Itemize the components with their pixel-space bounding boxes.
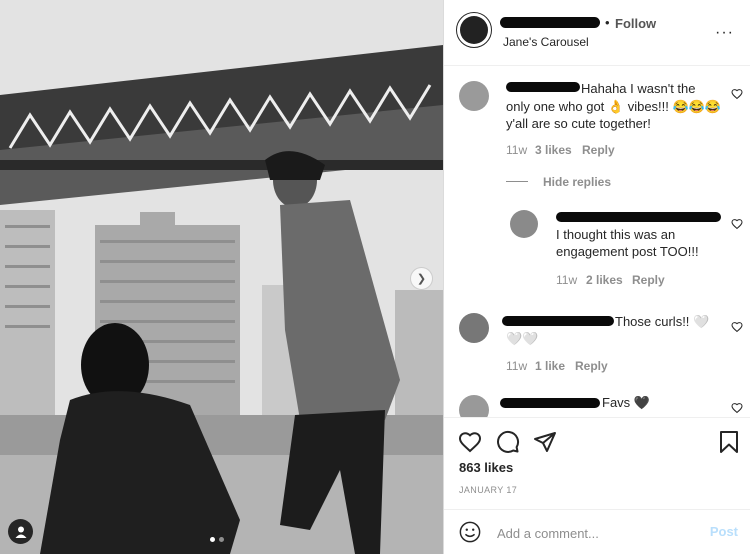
carousel-dots [210,537,224,542]
comment-text: Those curls!! 🤍 [615,314,710,329]
chevron-right-icon: ❯ [416,273,427,285]
share-icon[interactable] [533,430,557,454]
comment-likes[interactable]: 2 likes [586,273,623,287]
comment-age: 11w [506,359,528,373]
comment-age: 11w [506,143,528,157]
redacted-username [500,398,600,408]
next-photo-button[interactable]: ❯ [410,267,433,290]
commenter-avatar[interactable] [459,313,489,343]
carousel-dot-active [210,537,215,542]
user-tag-icon[interactable] [8,519,33,544]
comments-list[interactable]: Hahaha I wasn't the only one who got 👌 v… [444,66,750,417]
comment-icon[interactable] [496,430,520,454]
likes-count[interactable]: 863 likes [459,460,513,475]
comment-input[interactable] [495,522,689,544]
comment-text: Favs 🖤 [602,395,650,410]
comment-text: engagement post TOO!!! [556,244,699,259]
carousel-dot [219,537,224,542]
emoji-icon[interactable] [459,521,481,543]
post-actions: 863 likes JANUARY 17 [444,417,750,509]
post-comment-button[interactable]: Post [710,524,738,539]
post-date[interactable]: JANUARY 17 [459,485,517,495]
redacted-username [502,316,614,326]
separator-dot: • [605,15,610,30]
comment-like-heart-icon[interactable] [731,88,743,100]
comment-text: 🤍🤍 [506,331,539,346]
comment-age: 11w [556,273,578,287]
add-comment-bar: Post [444,509,750,554]
more-options-icon[interactable]: ··· [715,24,734,42]
photo-scene [0,0,443,554]
redacted-username [506,82,580,92]
comment-text: Hahaha I wasn't the [581,81,696,96]
redacted-username [500,17,600,28]
commenter-avatar[interactable] [510,210,538,238]
comment-text: only one who got 👌 vibes!!! 😂😂😂 [506,99,722,114]
author-avatar[interactable] [456,12,492,48]
comment-like-heart-icon[interactable] [731,321,743,333]
location-link[interactable]: Jane's Carousel [503,35,589,49]
reply-button[interactable]: Reply [575,359,608,373]
heart-icon[interactable] [458,430,482,454]
redacted-username [556,212,721,222]
comment-text: I thought this was an [556,227,676,242]
reply-button[interactable]: Reply [632,273,665,287]
comment-likes[interactable]: 1 like [535,359,565,373]
post-side-panel: • Follow Jane's Carousel ··· Hahaha I wa… [443,0,750,554]
commenter-avatar[interactable] [459,395,489,417]
post-photo[interactable]: ❯ [0,0,443,554]
follow-button[interactable]: Follow [615,16,656,31]
reply-button[interactable]: Reply [582,143,615,157]
post-header: • Follow Jane's Carousel ··· [444,0,750,66]
bookmark-icon[interactable] [718,430,740,454]
hide-replies-button[interactable]: Hide replies [543,175,611,189]
comment-like-heart-icon[interactable] [731,218,743,230]
comment-likes[interactable]: 3 likes [535,143,572,157]
commenter-avatar[interactable] [459,81,489,111]
replies-divider [506,181,528,182]
comment-like-heart-icon[interactable] [731,402,743,414]
comment-text: y'all are so cute together! [506,116,651,131]
